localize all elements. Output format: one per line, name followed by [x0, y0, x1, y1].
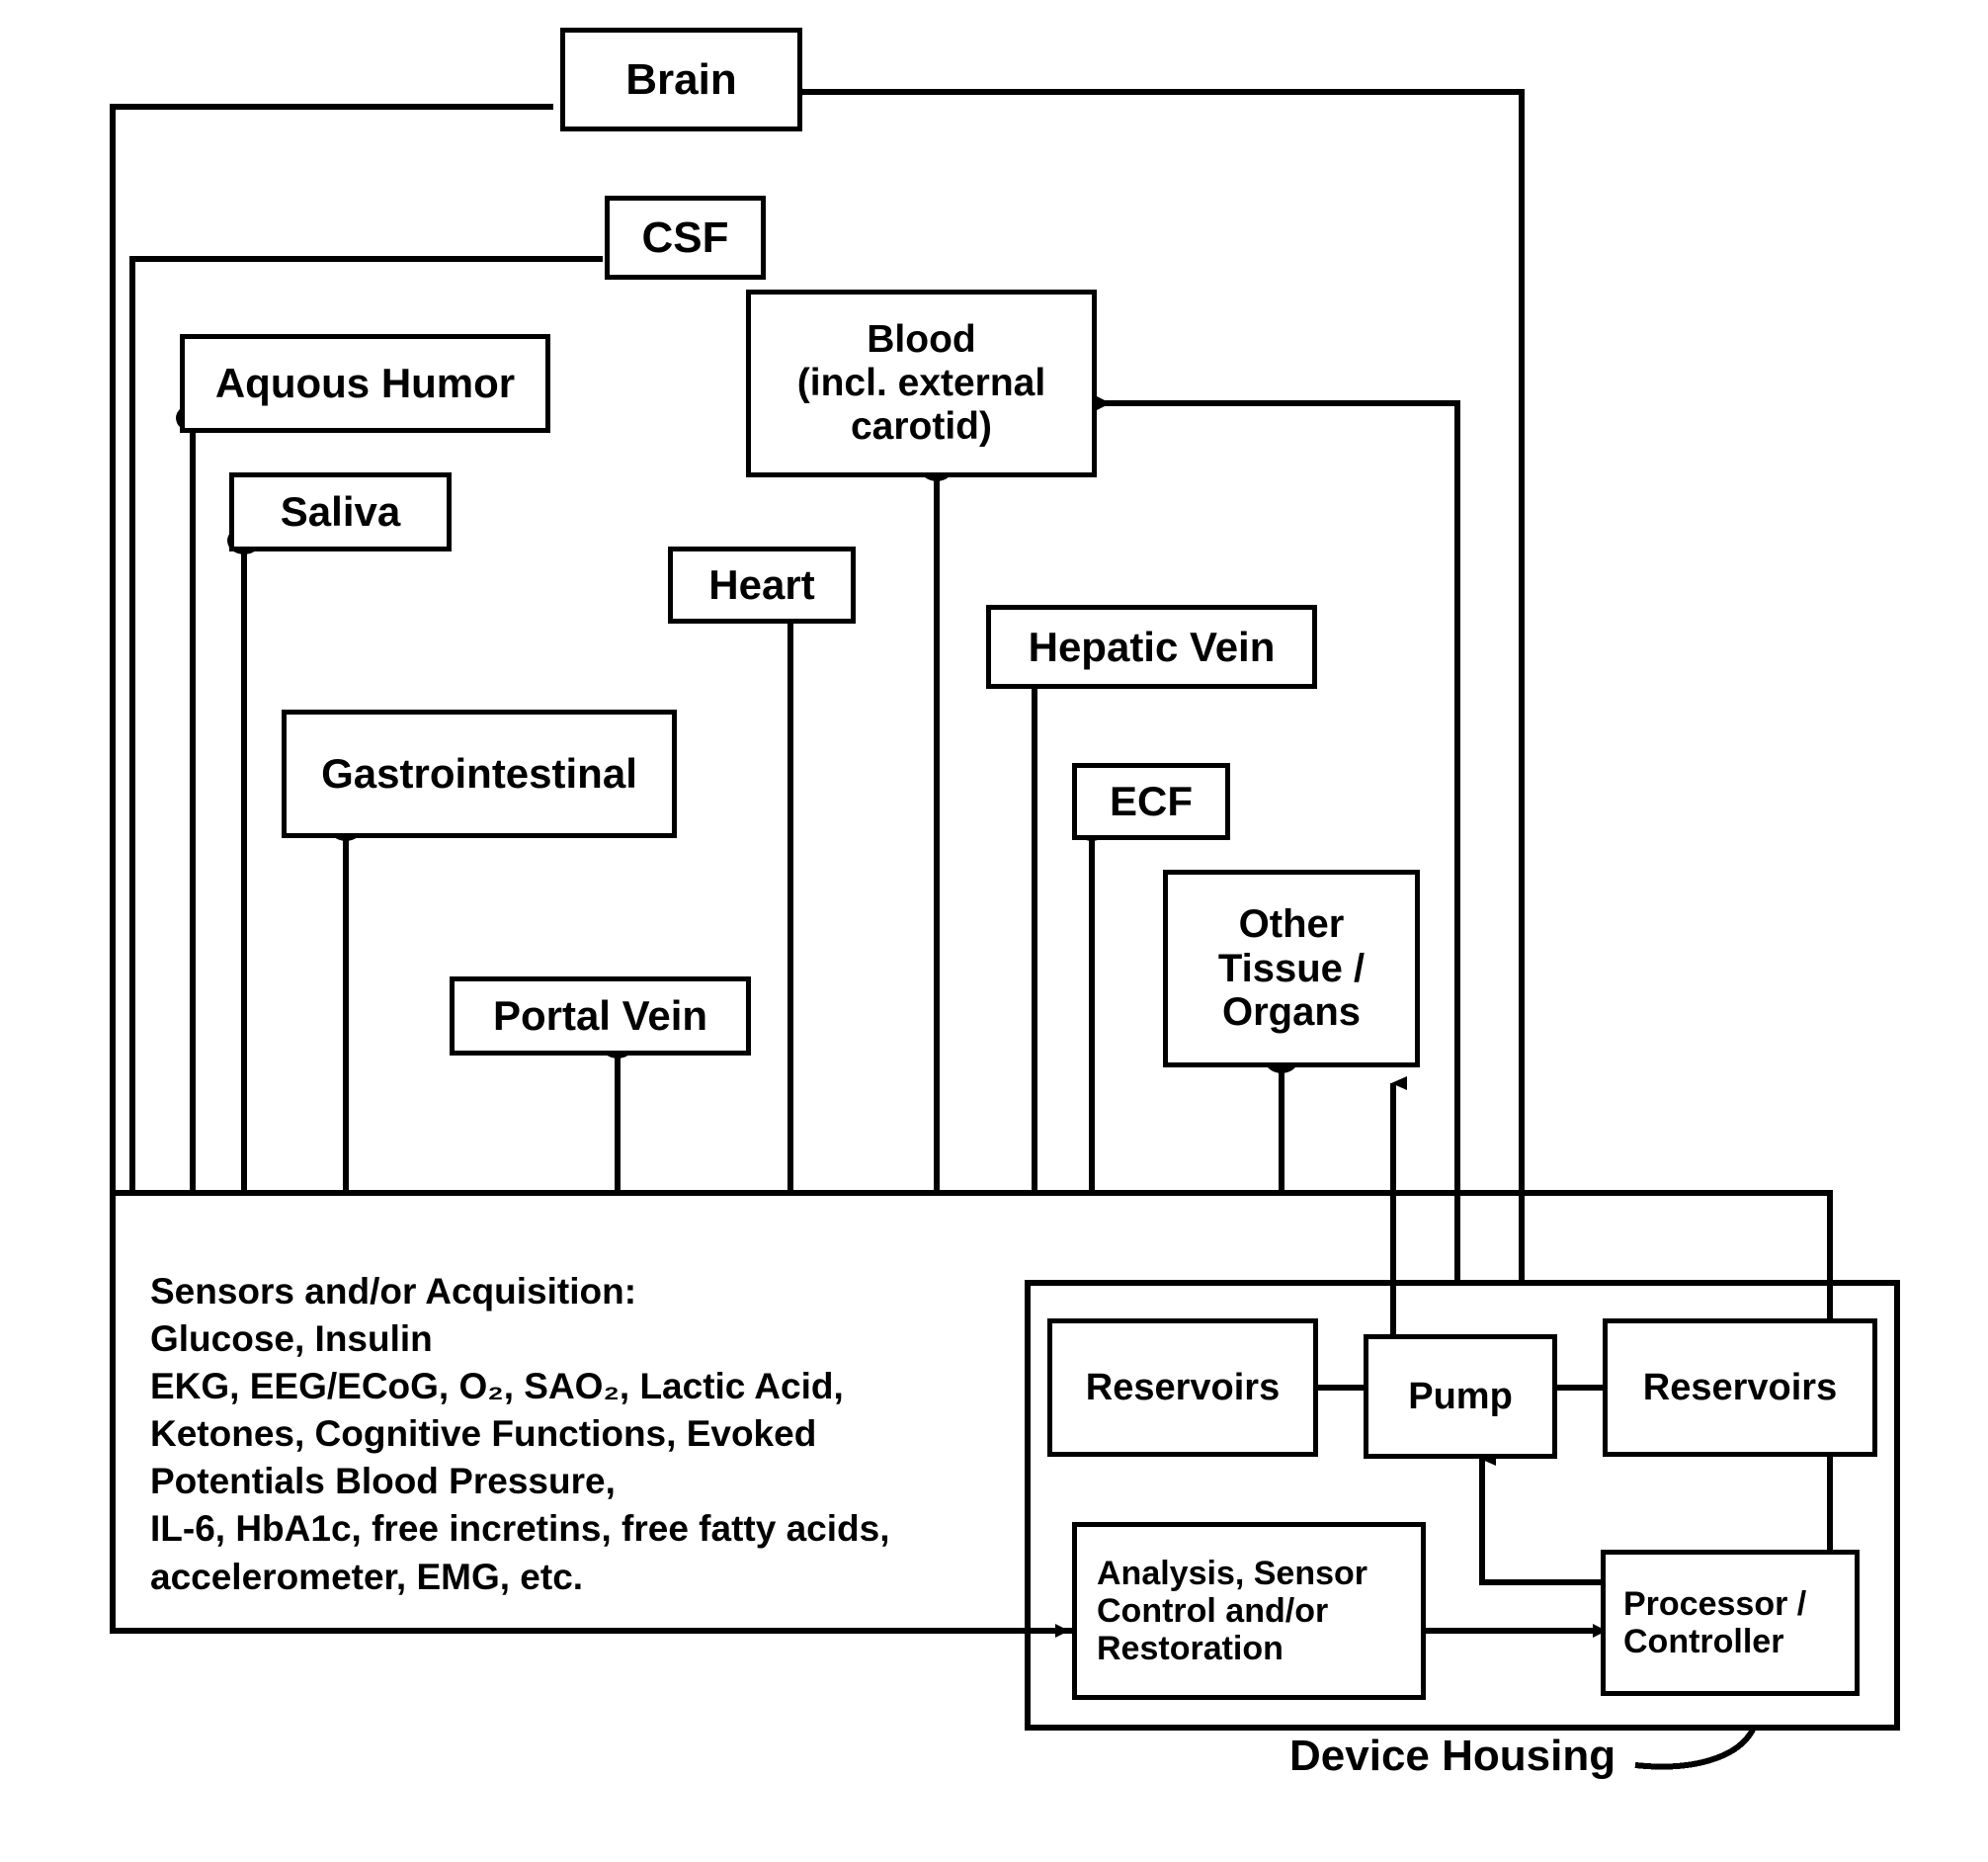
node-blood-label: Blood (incl. external carotid) — [796, 318, 1046, 448]
node-aquous-humor[interactable]: Aquous Humor — [180, 334, 550, 433]
node-hepatic-vein-label: Hepatic Vein — [1028, 623, 1276, 670]
node-portal-vein[interactable]: Portal Vein — [450, 976, 751, 1056]
node-heart[interactable]: Heart — [668, 547, 856, 624]
block-reservoirs-right[interactable]: Reservoirs — [1603, 1318, 1877, 1457]
sensors-panel-text: Sensors and/or Acquisition: Glucose, Ins… — [150, 1271, 890, 1597]
node-csf[interactable]: CSF — [605, 196, 766, 280]
block-reservoirs-right-label: Reservoirs — [1642, 1366, 1838, 1408]
block-processor-controller[interactable]: Processor / Controller — [1601, 1550, 1860, 1696]
block-analysis-sensor-control[interactable]: Analysis, Sensor Control and/or Restorat… — [1072, 1522, 1426, 1700]
block-pump-label: Pump — [1408, 1375, 1513, 1417]
node-saliva[interactable]: Saliva — [229, 472, 452, 551]
node-brain-label: Brain — [625, 54, 737, 104]
node-hepatic-vein[interactable]: Hepatic Vein — [986, 605, 1317, 689]
node-ecf-label: ECF — [1110, 778, 1193, 825]
block-analysis-sensor-control-label: Analysis, Sensor Control and/or Restorat… — [1097, 1554, 1368, 1668]
node-blood[interactable]: Blood (incl. external carotid) — [746, 290, 1097, 477]
processor-to-pump-line — [1479, 1473, 1601, 1585]
block-processor-controller-label: Processor / Controller — [1623, 1584, 1807, 1660]
node-ecf[interactable]: ECF — [1072, 763, 1230, 840]
node-heart-label: Heart — [708, 561, 815, 609]
device-housing-label: Device Housing — [1289, 1732, 1616, 1780]
node-other-tissue-organs-label: Other Tissue / Organs — [1217, 901, 1366, 1035]
block-pump[interactable]: Pump — [1364, 1334, 1557, 1459]
node-aquous-humor-label: Aquous Humor — [214, 360, 516, 407]
block-reservoirs-left-label: Reservoirs — [1085, 1366, 1281, 1408]
node-gastrointestinal-label: Gastrointestinal — [321, 750, 637, 798]
device-housing-leader — [1634, 1726, 1757, 1770]
diagram-canvas: Brain CSF Blood (incl. external carotid)… — [0, 0, 1988, 1862]
block-reservoirs-left[interactable]: Reservoirs — [1047, 1318, 1318, 1457]
node-gastrointestinal[interactable]: Gastrointestinal — [282, 710, 677, 838]
node-saliva-label: Saliva — [280, 488, 401, 536]
node-csf-label: CSF — [641, 212, 729, 262]
node-portal-vein-label: Portal Vein — [492, 992, 708, 1040]
node-other-tissue-organs[interactable]: Other Tissue / Organs — [1163, 870, 1420, 1067]
node-brain[interactable]: Brain — [560, 28, 802, 131]
